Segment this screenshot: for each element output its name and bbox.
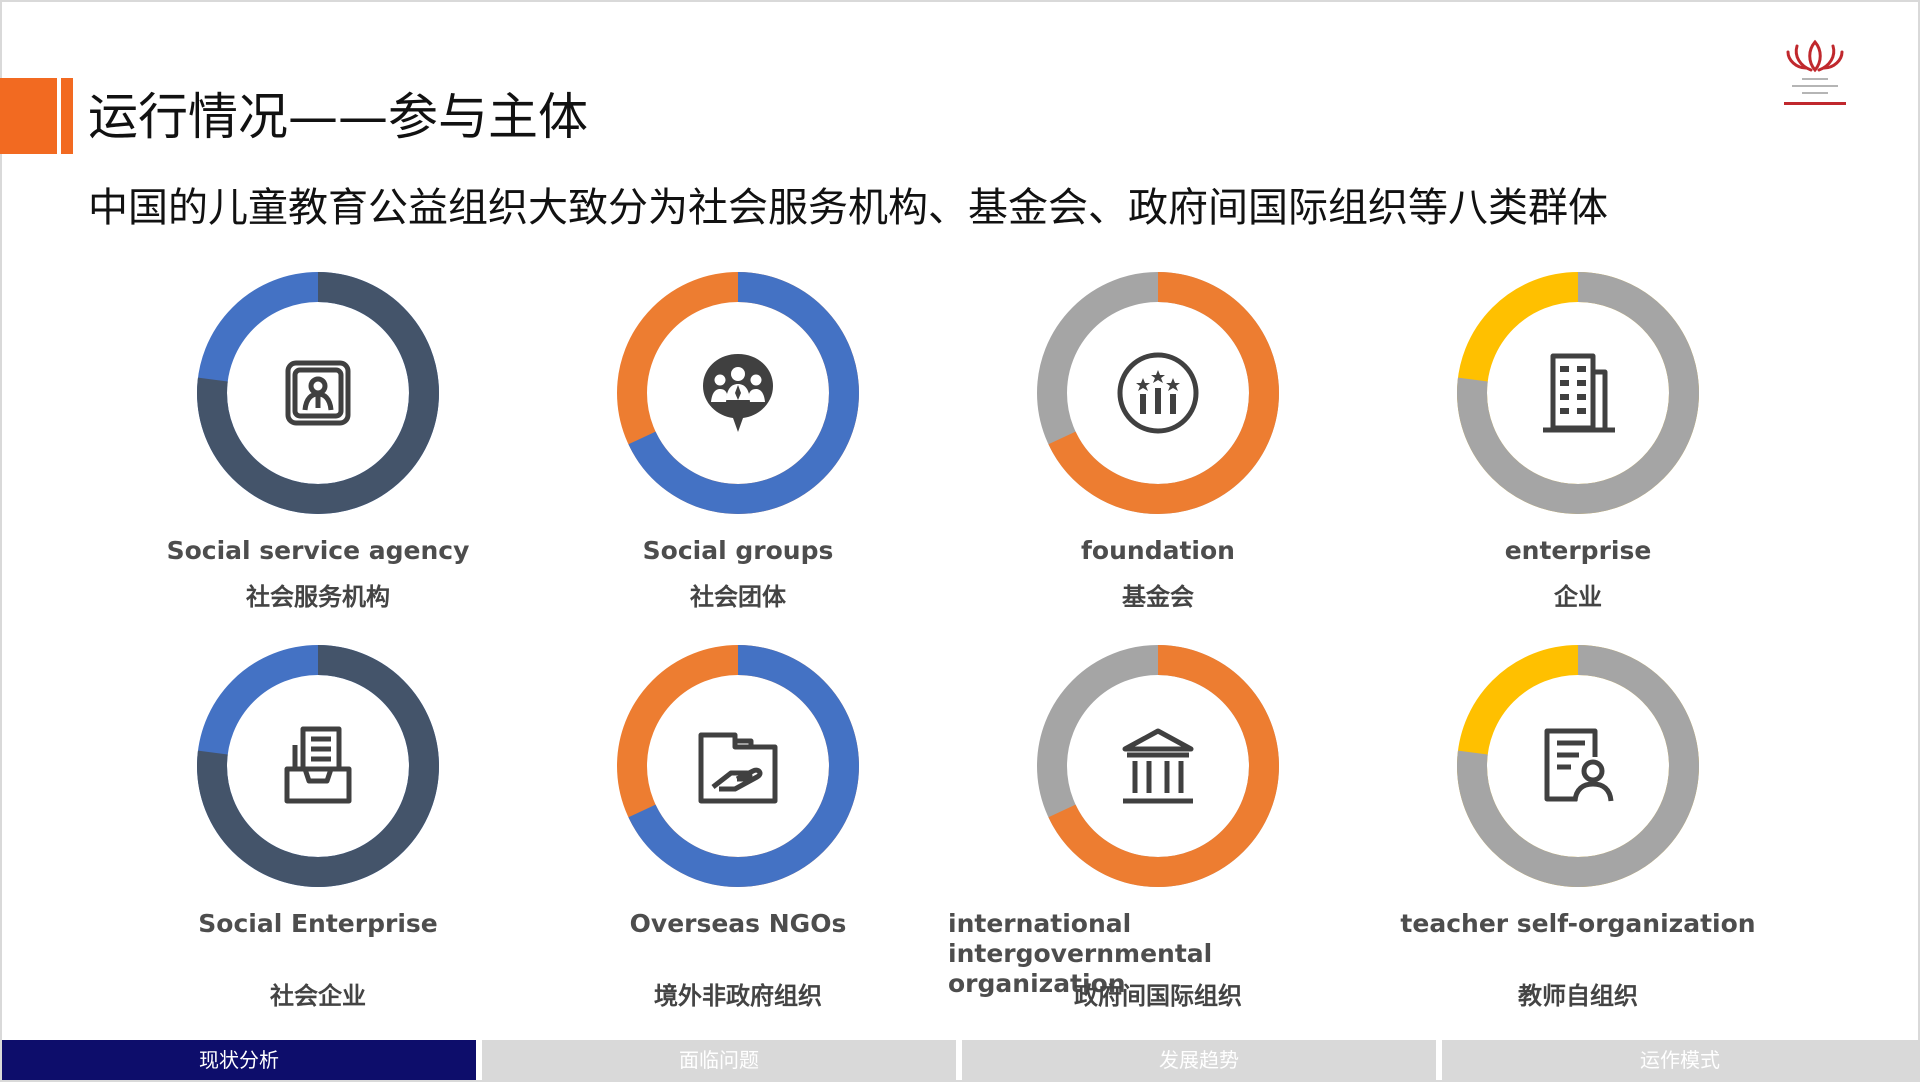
category-card-foundation: foundation 基金会 (948, 272, 1368, 642)
category-english-label: foundation (1081, 536, 1235, 565)
document-tray-icon (284, 726, 352, 804)
category-chinese-label: 社会团体 (690, 583, 786, 611)
category-card-social-service-agency: Social service agency 社会服务机构 (108, 272, 528, 642)
tab-operation-model[interactable]: 运作模式 (1442, 1040, 1918, 1080)
office-building-icon (1543, 353, 1615, 433)
donut-ring (1457, 272, 1699, 514)
donut-ring (1037, 645, 1279, 887)
page-title: 运行情况——参与主体 (88, 88, 588, 146)
category-chinese-label: 社会服务机构 (246, 583, 390, 611)
category-english-label: Social service agency (166, 536, 470, 565)
donut-ring (1037, 272, 1279, 514)
page-subtitle: 中国的儿童教育公益组织大致分为社会服务机构、基金会、政府间国际组织等八类群体 (88, 185, 1608, 231)
donut-ring (197, 272, 439, 514)
donut-ring (617, 645, 859, 887)
institution-building-icon (1122, 728, 1194, 804)
category-english-label: Social groups (642, 536, 834, 565)
category-chinese-label: 政府间国际组织 (1074, 982, 1242, 1010)
category-chinese-label: 教师自组织 (1518, 982, 1638, 1010)
category-chinese-label: 社会企业 (270, 982, 366, 1010)
donut-ring (617, 272, 859, 514)
title-accent-stripe (61, 78, 73, 154)
category-card-overseas-ngos: Overseas NGOs 境外非政府组织 (528, 645, 948, 1015)
category-card-social-enterprise: Social Enterprise 社会企业 (108, 645, 528, 1015)
category-card-social-groups: Social groups 社会团体 (528, 272, 948, 642)
category-english-label: Overseas NGOs (629, 909, 847, 938)
world-philanthropy-forum-logo (1770, 38, 1860, 118)
donut-ring (197, 645, 439, 887)
tab-status-analysis[interactable]: 现状分析 (2, 1040, 476, 1080)
category-card-international-intergovernmental-organization: international intergovernmental organiza… (948, 645, 1368, 1015)
category-chinese-label: 企业 (1554, 583, 1602, 611)
title-accent-block (0, 78, 57, 154)
people-group-icon (703, 354, 773, 432)
donut-ring (1457, 645, 1699, 887)
clipboard-person-icon (1544, 728, 1614, 802)
category-card-teacher-self-organization: teacher self-organization 教师自组织 (1368, 645, 1788, 1015)
category-english-label: teacher self-organization (1400, 909, 1756, 938)
category-chinese-label: 基金会 (1122, 583, 1194, 611)
tab-challenges[interactable]: 面临问题 (482, 1040, 956, 1080)
person-badge-icon (285, 360, 351, 426)
folder-hand-icon (698, 732, 778, 804)
category-card-enterprise: enterprise 企业 (1368, 272, 1788, 642)
category-english-label: enterprise (1504, 536, 1652, 565)
category-chinese-label: 境外非政府组织 (654, 982, 822, 1010)
category-english-label: Social Enterprise (198, 909, 438, 938)
stars-badge-icon (1117, 352, 1199, 434)
tab-development-trends[interactable]: 发展趋势 (962, 1040, 1436, 1080)
